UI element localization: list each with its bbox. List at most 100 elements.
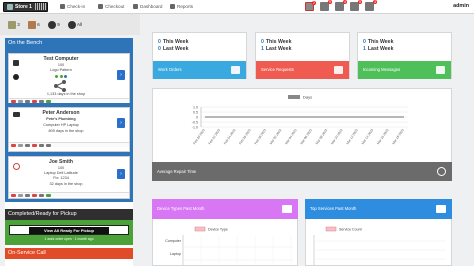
- nav-checkout[interactable]: Checkout: [98, 3, 124, 11]
- tickets-icon: [8, 20, 16, 29]
- nav-check-in[interactable]: Check-in: [60, 3, 85, 11]
- bench-card[interactable]: Test Computer 100 Logo Pattern 1,133 day…: [8, 53, 130, 103]
- subbar-tickets[interactable]: 3: [8, 20, 20, 30]
- service-call-header[interactable]: On-Service Call: [5, 248, 133, 259]
- x-tick-label: Feb 28 2023: [254, 128, 268, 145]
- x-tick-label: Feb 24 2023: [223, 128, 237, 145]
- last-week-stat: 0 Last Week: [158, 46, 189, 52]
- status-dot: [59, 74, 63, 78]
- notes-icon[interactable]: [18, 194, 23, 197]
- print-icon[interactable]: [25, 194, 30, 197]
- status-dots: [31, 74, 91, 78]
- tag-icon[interactable]: [39, 100, 44, 103]
- incoming-messages-tile[interactable]: Incoming Messages: [358, 61, 451, 79]
- this-week-stat: 0 This Week: [363, 39, 394, 45]
- tag-icon[interactable]: [39, 194, 44, 197]
- y-tick-label: -1.0: [192, 125, 198, 129]
- store-color-strip: [34, 3, 47, 11]
- x-tick-label: Mar 12 2023: [345, 128, 359, 145]
- top-services-chart: Service Count: [313, 226, 446, 265]
- view-ready-button[interactable]: View All Ready For Pickup: [9, 225, 129, 235]
- alert-icon[interactable]: [32, 194, 37, 197]
- print-icon[interactable]: [25, 144, 30, 147]
- nav-reports[interactable]: Reports: [170, 3, 193, 11]
- open-ticket-button[interactable]: ›: [117, 118, 125, 128]
- flag-icon[interactable]: [11, 194, 16, 197]
- legend-swatch: [194, 226, 206, 232]
- card-line-2: Logo Pattern: [50, 68, 72, 72]
- store-selector-button[interactable]: Store 1: [3, 2, 48, 12]
- card-line-2: Computer HP Laptop: [43, 123, 79, 127]
- card-line-1: Pete's Plumbing: [46, 117, 76, 121]
- support-icon: [13, 163, 20, 170]
- card-line-2: Laptop Dell Latitude: [44, 171, 78, 175]
- flag-icon[interactable]: [11, 100, 16, 103]
- flag-icon[interactable]: [11, 144, 16, 147]
- x-tick-label: Mar 18 2023: [391, 128, 405, 145]
- club-icon: [13, 74, 19, 80]
- user-icon[interactable]: [46, 144, 51, 147]
- y-tick-label: 0: [196, 115, 198, 119]
- x-tick-label: Feb 26 2023: [238, 128, 252, 145]
- x-tick-label: Mar 14 2023: [361, 128, 375, 145]
- ready-subtext: 1 work order open · 1 month ago: [44, 237, 94, 241]
- work-orders-tile[interactable]: Work Orders: [153, 61, 246, 79]
- open-ticket-button[interactable]: ›: [117, 70, 125, 80]
- alerts-toolbar-icon[interactable]: 9: [320, 0, 332, 11]
- repair-time-bar: Average Repair Time: [152, 162, 452, 181]
- x-tick-label: Feb 22 2023: [208, 128, 222, 145]
- bench-list: Test Computer 100 Logo Pattern 1,133 day…: [5, 49, 133, 202]
- store-label: Store 1: [15, 4, 32, 10]
- check-icon[interactable]: [46, 194, 51, 197]
- last-week-stat: 1 Last Week: [363, 46, 394, 52]
- alert-icon[interactable]: [32, 144, 37, 147]
- customer-name: Joe Smith: [49, 159, 73, 165]
- device-types-chart: Device Type Computer Laptop: [165, 226, 293, 265]
- print-icon[interactable]: [25, 100, 30, 103]
- nav-dashboard[interactable]: Dashboard: [133, 3, 162, 11]
- share-icon: [54, 80, 66, 92]
- bench-card[interactable]: Joe Smith 100 Laptop Dell Latitude Fix: …: [8, 156, 130, 199]
- bench-card[interactable]: Peter Anderson Pete's Plumbing Computer …: [8, 107, 130, 152]
- phone-icon: [436, 66, 445, 74]
- top-services-panel: Service Count: [305, 219, 452, 266]
- laptop-icon: [13, 112, 20, 117]
- left-sidebar: On the Bench Test Computer 100 Logo Patt…: [5, 38, 133, 266]
- check-icon[interactable]: [46, 100, 51, 103]
- y-tick-label: 0.5: [193, 110, 198, 114]
- alert-icon[interactable]: [32, 100, 37, 103]
- messages-toolbar-icon[interactable]: 4: [335, 0, 347, 11]
- notes-icon[interactable]: [18, 144, 23, 147]
- x-tick-label: Mar 08 2023: [315, 128, 329, 145]
- incoming-messages-panel: 0 This Week 1 Last Week Incoming Messages: [357, 32, 452, 79]
- subbar-users[interactable]: 6: [28, 20, 40, 30]
- service-requests-tile[interactable]: Service Requests: [256, 61, 349, 79]
- tasks-toolbar-icon[interactable]: 3: [365, 0, 377, 11]
- legend-label: Days: [303, 95, 312, 100]
- legend-swatch: [288, 95, 300, 99]
- card-line-3: Fix: 1234: [53, 176, 69, 180]
- repair-time-chart: Days 1.00.50-0.5-1.0Feb 20 2023 Feb 22 202…: [192, 95, 408, 145]
- subbar-timer[interactable]: All: [68, 20, 82, 30]
- tickets-toolbar-icon[interactable]: 2: [305, 1, 316, 11]
- toolbox-icon: [436, 205, 446, 213]
- subbar-clock[interactable]: 9: [48, 20, 60, 30]
- x-tick-label: Feb 20 2023: [192, 128, 206, 145]
- device-types-header: Device Types Past Month: [152, 199, 298, 219]
- chat-icon: [334, 66, 343, 74]
- clock-icon: [437, 167, 446, 176]
- chat-toolbar-icon[interactable]: 5: [350, 0, 362, 11]
- open-ticket-button[interactable]: ›: [117, 169, 125, 179]
- cart-icon: [98, 4, 103, 10]
- y-tick-label: 1.0: [193, 105, 198, 109]
- card-action-strip: [9, 192, 129, 197]
- ready-panel: View All Ready For Pickup 1 work order o…: [5, 220, 133, 245]
- timer-icon: [68, 20, 76, 29]
- device-types-panel: Device Type Computer Laptop: [152, 219, 298, 266]
- notes-icon[interactable]: [18, 100, 23, 103]
- reports-icon: [170, 4, 175, 10]
- tag-icon[interactable]: [39, 144, 44, 147]
- status-dot: [63, 74, 67, 78]
- user-menu[interactable]: admin: [453, 3, 469, 9]
- check-in-icon: [60, 4, 65, 10]
